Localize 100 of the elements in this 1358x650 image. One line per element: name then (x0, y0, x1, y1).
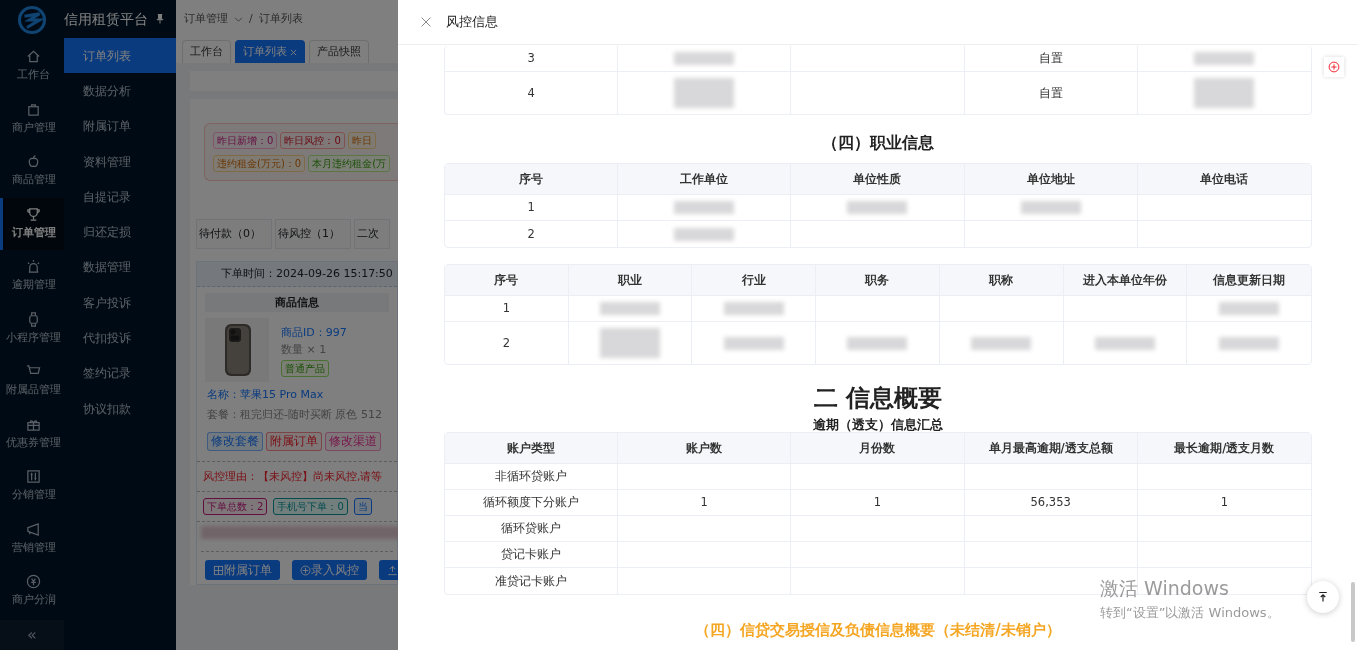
table-title: 逾期（透支）信息汇总 (812, 416, 944, 433)
blurred-text (1194, 78, 1255, 108)
action-button[interactable]: 附属订单 (266, 431, 322, 451)
table-cell: 1 (527, 200, 535, 215)
collapse-button[interactable]: « (0, 620, 64, 650)
section-heading: （四）信贷交易授信及负债信息概要（未结清/未销户） (694, 621, 1062, 640)
order-time: 下单时间：2024-09-26 15:17:50 (197, 261, 397, 287)
logo-icon (17, 5, 47, 35)
blurred-text (674, 78, 735, 108)
sidebar-item[interactable]: 逾期管理 (0, 250, 64, 303)
sliders-icon (26, 469, 41, 485)
chevron-down-icon (234, 14, 243, 24)
goods-id: 商品ID：997 (281, 326, 347, 340)
table-cell: 循环贷账户 (501, 521, 562, 536)
blurred-text (1094, 336, 1155, 350)
count-tag: 下单总数：2 (203, 497, 268, 515)
submenu-item[interactable]: 数据管理 (64, 249, 176, 286)
bag-icon (26, 101, 41, 117)
table-cell: 非循环贷账户 (495, 469, 568, 484)
submenu-item[interactable]: 数据分析 (64, 73, 176, 109)
sidebar-item[interactable]: 商户分润 (0, 565, 64, 618)
tab[interactable]: 工作台 (182, 40, 231, 63)
siren-icon (26, 259, 41, 275)
table-cell: 循环额度下分账户 (483, 495, 580, 510)
table-cell: 1 (502, 301, 510, 316)
sidebar-item[interactable]: 商品管理 (0, 145, 64, 198)
blurred-text (1219, 302, 1280, 315)
submenu-item[interactable]: 客户投诉 (64, 285, 176, 321)
tab[interactable]: 产品快照 (309, 40, 370, 63)
action-button[interactable]: 修改套餐 (207, 431, 263, 451)
megaphone-icon (26, 521, 41, 537)
submenu-item[interactable]: 代扣投诉 (64, 320, 176, 356)
column-header: 单月最高逾期/透支总额 (964, 433, 1138, 465)
brand-title: 信用租赁平台 (64, 9, 148, 29)
table-cell: 自置 (1038, 51, 1063, 66)
scrollbar-thumb[interactable] (1351, 582, 1355, 642)
status-tab[interactable]: 待风控（1） (275, 219, 351, 249)
column-header: 序号 (445, 164, 619, 195)
table-cell: 2 (502, 335, 510, 350)
breadcrumb-separator: / (249, 12, 253, 26)
breadcrumb-link[interactable]: 订单列表 (258, 12, 303, 26)
coin-icon (26, 574, 41, 590)
status-tab[interactable]: 待付款（0） (196, 219, 272, 249)
blurred-text (971, 336, 1032, 350)
submenu-item[interactable]: 归还定损 (64, 214, 176, 250)
activation-text: 转到“设置”以激活 Windows。 (1100, 603, 1280, 622)
column-header: 账户类型 (445, 433, 619, 465)
risk-reason: 风控理由：【未风控】尚未风控,请等 (197, 460, 397, 492)
blurred-text (1020, 201, 1081, 214)
blurred-text (1194, 52, 1255, 65)
grid-icon (213, 564, 224, 576)
status-tab[interactable]: 二次 (354, 219, 390, 249)
sidebar-item[interactable]: 商户管理 (0, 92, 64, 145)
column-header: 职称 (939, 265, 1064, 296)
column-header: 工作单位 (618, 164, 792, 195)
submenu-item[interactable]: 附属订单 (64, 108, 176, 144)
sidebar-item[interactable]: 分销管理 (0, 460, 64, 513)
submenu-item[interactable]: 协议扣款 (64, 390, 176, 427)
action-button[interactable]: 附属订单 (205, 559, 280, 581)
blurred-text (674, 227, 735, 241)
action-button[interactable]: 录入风控 (292, 559, 367, 581)
blurred-text (847, 201, 908, 214)
submenu-item[interactable]: 签约记录 (64, 355, 176, 391)
blurred-text (1219, 336, 1280, 350)
sidebar-item[interactable]: 附属品管理 (0, 355, 64, 408)
activation-title: 激活 Windows (1100, 576, 1230, 601)
stat-tag: 违约租金(万元)：0 (213, 155, 306, 172)
sidebar-item[interactable]: 优惠券管理 (0, 407, 64, 460)
product-name: 名称：苹果15 Pro Max (206, 387, 325, 404)
submenu-item[interactable]: 订单列表 (64, 38, 176, 74)
count-tag: 当 (353, 497, 372, 515)
table-cell: 1 (700, 495, 708, 510)
sidebar-item[interactable]: 工作台 (0, 40, 64, 93)
breadcrumb-link[interactable]: 订单管理 (184, 12, 228, 26)
upload-button[interactable] (379, 559, 398, 581)
sidebar-item[interactable]: 营销管理 (0, 512, 64, 565)
stat-tag: 昨日新增：0 (213, 132, 278, 149)
product-tag: 普通产品 (281, 359, 329, 377)
table-cell: 2 (527, 226, 535, 241)
add-button[interactable] (1324, 57, 1344, 77)
apple-icon (26, 154, 41, 170)
tab[interactable]: 订单列表 (235, 40, 306, 63)
action-button[interactable]: 修改渠道 (325, 431, 381, 451)
sidebar-item[interactable]: 订单管理 (0, 197, 64, 250)
pin-icon (154, 13, 166, 25)
table-cell: 自置 (1038, 85, 1063, 100)
section-title: 二 信息概要 (812, 385, 944, 413)
column-header: 账户数 (618, 433, 792, 465)
sidebar-item[interactable]: 小程序管理 (0, 302, 64, 355)
column-header: 信息更新日期 (1187, 265, 1311, 296)
column-header: 单位性质 (791, 164, 965, 195)
plus-circle-icon (300, 564, 311, 576)
arrow-up-icon (1317, 591, 1329, 603)
goods-header: 商品信息 (205, 292, 389, 313)
column-header: 行业 (692, 265, 817, 296)
submenu-item[interactable]: 自提记录 (64, 179, 176, 215)
column-header: 职务 (816, 265, 940, 296)
blurred-text (723, 336, 784, 350)
submenu-item[interactable]: 资料管理 (64, 143, 176, 180)
blurred-text (600, 302, 661, 315)
